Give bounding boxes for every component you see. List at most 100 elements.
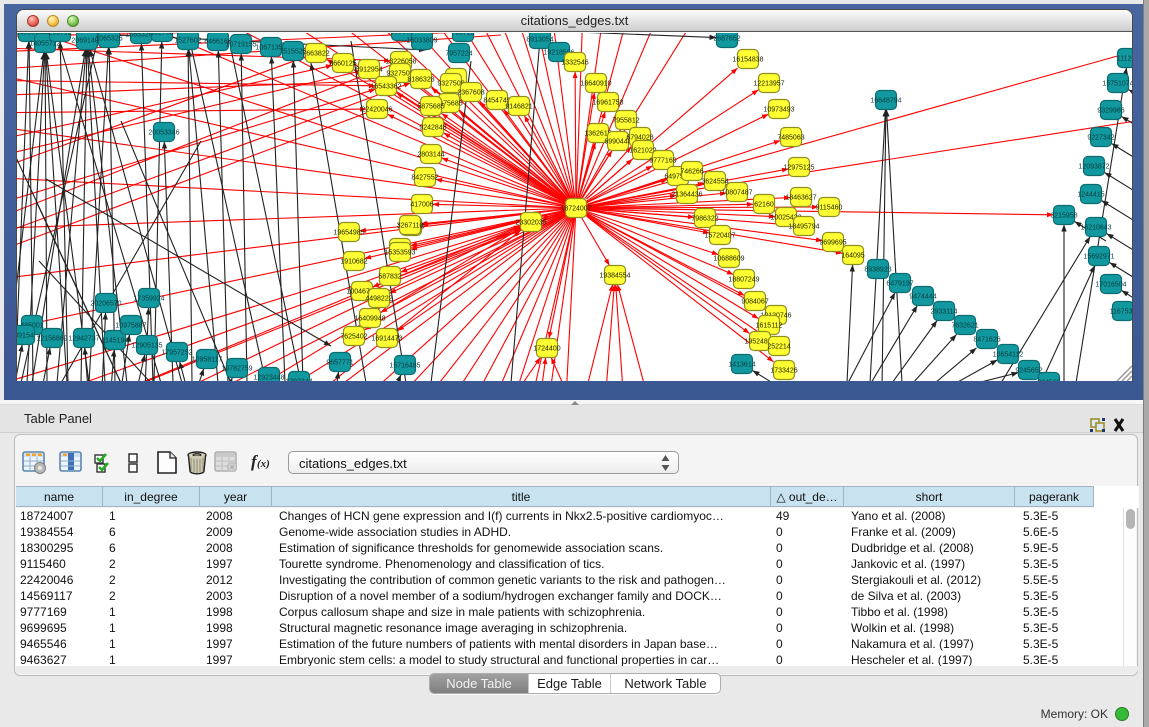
svg-text:16154838: 16154838 — [732, 56, 763, 63]
svg-text:10782759: 10782759 — [221, 365, 252, 372]
svg-text:8427552: 8427552 — [411, 174, 438, 181]
svg-text:16961758: 16961758 — [592, 99, 623, 106]
svg-text:1527602: 1527602 — [174, 37, 201, 44]
svg-text:1065326: 1065326 — [95, 35, 122, 42]
svg-text:16648794: 16648794 — [870, 97, 901, 104]
svg-text:10654112: 10654112 — [993, 351, 1024, 358]
svg-text:12213957: 12213957 — [753, 80, 784, 87]
svg-text:7625402: 7625402 — [340, 333, 367, 340]
svg-text:1724400: 1724400 — [533, 345, 560, 352]
svg-text:9227342: 9227342 — [1087, 134, 1114, 141]
svg-text:10807487: 10807487 — [721, 189, 752, 196]
svg-text:2803144: 2803144 — [417, 151, 444, 158]
svg-text:7955812: 7955812 — [612, 117, 639, 124]
svg-text:15353593: 15353593 — [384, 249, 415, 256]
svg-text:(x): (x) — [257, 458, 270, 470]
svg-text:10688609: 10688609 — [713, 255, 744, 262]
svg-text:17016504: 17016504 — [1095, 281, 1126, 288]
svg-text:1733426: 1733426 — [770, 367, 797, 374]
svg-text:10973493: 10973493 — [763, 106, 794, 113]
svg-text:12923448: 12923448 — [253, 374, 284, 381]
svg-text:10975887: 10975887 — [115, 322, 146, 329]
svg-text:10719155: 10719155 — [225, 41, 256, 48]
svg-text:9777169: 9777169 — [649, 157, 676, 164]
svg-text:8912954: 8912954 — [355, 66, 382, 73]
svg-text:16543362: 16543362 — [370, 83, 401, 90]
svg-text:8471626: 8471626 — [973, 336, 1000, 343]
svg-text:19654985: 19654985 — [333, 229, 364, 236]
svg-text:18640910: 18640910 — [580, 80, 611, 87]
svg-text:5875685: 5875685 — [417, 103, 444, 110]
svg-text:9146821: 9146821 — [505, 103, 532, 110]
svg-text:15751074: 15751074 — [1102, 80, 1132, 87]
svg-text:12942737: 12942737 — [68, 335, 99, 342]
svg-text:587832: 587832 — [378, 273, 401, 280]
svg-text:23302035: 23302035 — [515, 219, 546, 226]
svg-text:16409948: 16409948 — [354, 315, 385, 322]
svg-text:12093872: 12093872 — [1078, 163, 1109, 170]
svg-text:3267110: 3267110 — [397, 222, 424, 229]
svg-text:9245652: 9245652 — [1015, 367, 1042, 374]
svg-text:12156869: 12156869 — [36, 335, 67, 342]
svg-text:3624554: 3624554 — [701, 178, 728, 185]
svg-text:252214: 252214 — [767, 343, 790, 350]
svg-text:12975125: 12975125 — [783, 164, 814, 171]
svg-text:7632621: 7632621 — [951, 322, 978, 329]
svg-text:8186328: 8186328 — [407, 76, 434, 83]
svg-text:8938923: 8938923 — [864, 266, 891, 273]
svg-text:1292344: 1292344 — [285, 378, 312, 381]
svg-text:18724007: 18724007 — [560, 205, 591, 212]
svg-text:1910682: 1910682 — [340, 258, 367, 265]
svg-text:15692971: 15692971 — [1083, 253, 1114, 260]
svg-text:15716485: 15716485 — [389, 362, 420, 369]
svg-text:160338: 160338 — [390, 33, 413, 35]
svg-text:8660125: 8660125 — [329, 60, 356, 67]
svg-text:2367608: 2367608 — [457, 89, 484, 96]
svg-text:15720407: 15720407 — [704, 232, 735, 239]
svg-text:9657771: 9657771 — [326, 359, 353, 366]
svg-text:22420046: 22420046 — [361, 106, 392, 113]
svg-text:205712: 205712 — [48, 33, 71, 36]
svg-text:18807249: 18807249 — [728, 276, 759, 283]
svg-text:19384554: 19384554 — [599, 272, 630, 279]
svg-text:4498222: 4498222 — [365, 295, 392, 302]
svg-text:9474444: 9474444 — [909, 293, 936, 300]
svg-text:417006: 417006 — [410, 201, 433, 208]
svg-text:111267: 111267 — [1117, 55, 1132, 62]
svg-text:10958117: 10958117 — [192, 356, 223, 363]
svg-text:17359924: 17359924 — [133, 295, 164, 302]
svg-text:9084067: 9084067 — [741, 298, 768, 305]
svg-text:1244415: 1244415 — [1077, 191, 1104, 198]
svg-text:2933114: 2933114 — [931, 308, 958, 315]
svg-text:18463627: 18463627 — [785, 194, 816, 201]
svg-text:746266: 746266 — [680, 168, 703, 175]
svg-text:2687652: 2687652 — [713, 35, 740, 42]
svg-text:1167531: 1167531 — [1110, 308, 1132, 315]
svg-text:1145194: 1145194 — [102, 337, 129, 344]
svg-text:9329966: 9329966 — [1097, 107, 1124, 114]
svg-text:9242848: 9242848 — [419, 124, 446, 131]
svg-text:7663822: 7663822 — [302, 50, 329, 57]
svg-text:39154: 39154 — [17, 332, 34, 339]
svg-text:62160: 62160 — [754, 201, 774, 208]
svg-text:17957252: 17957252 — [161, 349, 192, 356]
svg-text:6479197: 6479197 — [886, 280, 913, 287]
svg-text:12905135: 12905135 — [131, 342, 162, 349]
svg-text:9699695: 9699695 — [819, 239, 846, 246]
svg-text:152760: 152760 — [150, 33, 173, 36]
svg-text:7986322: 7986322 — [691, 215, 718, 222]
svg-text:164095: 164095 — [841, 252, 864, 259]
svg-text:20053346: 20053346 — [148, 129, 179, 136]
svg-text:9115460: 9115460 — [816, 204, 843, 211]
svg-text:7957224: 7957224 — [445, 50, 472, 57]
svg-text:7485063: 7485063 — [777, 134, 804, 141]
svg-text:1615112: 1615112 — [756, 322, 783, 329]
svg-text:924565: 924565 — [1037, 379, 1060, 381]
svg-text:20206570: 20206570 — [90, 300, 121, 307]
svg-text:1332546: 1332546 — [561, 59, 588, 66]
svg-text:21364436: 21364436 — [671, 191, 702, 198]
svg-text:16914473: 16914473 — [371, 335, 402, 342]
svg-text:1413614: 1413614 — [728, 361, 755, 368]
svg-text:8813054: 8813054 — [526, 36, 553, 43]
svg-text:3215958: 3215958 — [1050, 212, 1077, 219]
